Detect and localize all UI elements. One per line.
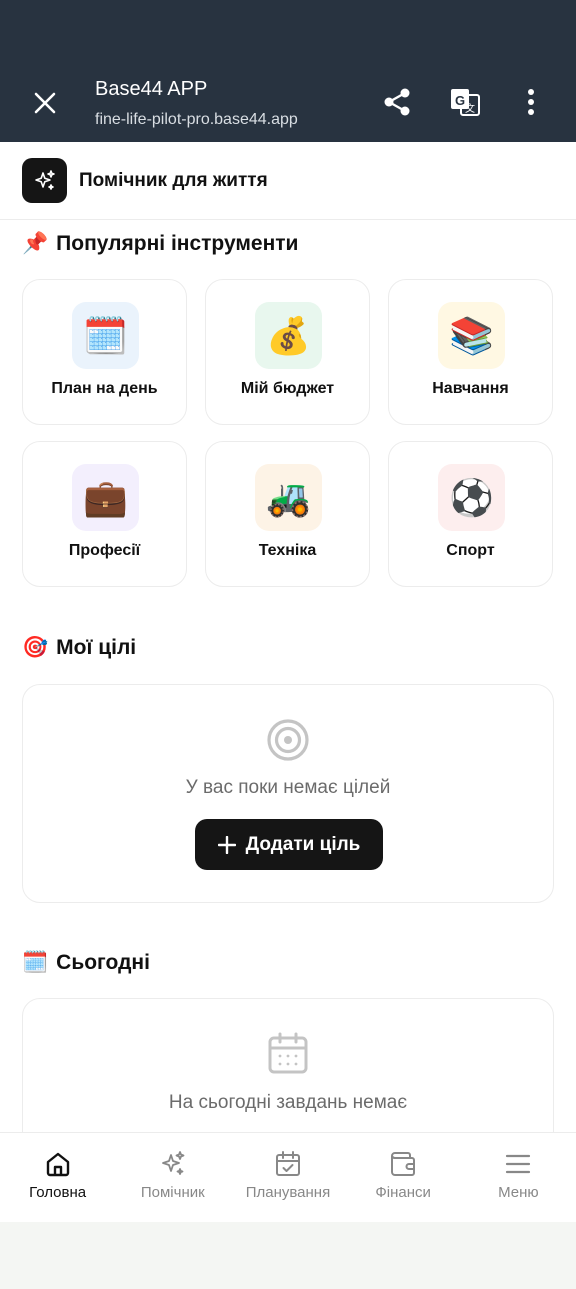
app-content: Помічник для життя 📌 Популярні інструмен… bbox=[0, 142, 576, 1132]
tool-label: Техніка bbox=[258, 542, 317, 559]
soccer-ball-icon: ⚽ bbox=[438, 464, 505, 531]
tool-label: Професії bbox=[68, 542, 141, 559]
tool-card-machinery[interactable]: 🚜 Техніка bbox=[205, 441, 370, 587]
tools-section-title: 📌 Популярні інструменти bbox=[22, 232, 298, 256]
home-icon bbox=[46, 1152, 69, 1177]
bottom-nav: Головна Помічник Планування Фінанси Меню bbox=[0, 1132, 576, 1222]
translate-icon: G 文 bbox=[451, 89, 480, 116]
app-logo[interactable] bbox=[22, 158, 67, 203]
target-emoji-icon: 🎯 bbox=[22, 636, 49, 659]
svg-text:文: 文 bbox=[465, 102, 475, 115]
browser-title: Base44 APP bbox=[95, 78, 208, 100]
plus-icon bbox=[217, 835, 236, 854]
app-header: Помічник для життя bbox=[0, 142, 576, 220]
nav-label: Планування bbox=[245, 1184, 331, 1201]
tools-title-text: Популярні інструменти bbox=[56, 232, 299, 255]
nav-item-menu[interactable]: Меню bbox=[461, 1133, 576, 1223]
tool-label: План на день bbox=[51, 380, 158, 397]
app-name: Помічник для життя bbox=[79, 170, 268, 191]
nav-label: Меню bbox=[498, 1184, 539, 1201]
tool-card-professions[interactable]: 💼 Професії bbox=[22, 441, 187, 587]
menu-icon bbox=[506, 1154, 531, 1174]
sparkles-icon bbox=[34, 169, 55, 190]
nav-item-home[interactable]: Головна bbox=[0, 1133, 115, 1223]
goals-title-text: Мої цілі bbox=[56, 636, 137, 659]
goals-panel: У вас поки немає цілей Додати ціль bbox=[22, 684, 554, 903]
tool-card-learning[interactable]: 📚 Навчання bbox=[388, 279, 553, 425]
more-vert-icon bbox=[528, 89, 534, 115]
browser-toolbar: Base44 APP fine-life-pilot-pro.base44.ap… bbox=[0, 0, 576, 142]
goals-section-title: 🎯 Мої цілі bbox=[22, 636, 136, 660]
tool-card-sport[interactable]: ⚽ Спорт bbox=[388, 441, 553, 587]
nav-item-assistant[interactable]: Помічник bbox=[115, 1133, 230, 1223]
today-empty-text: На сьогодні завдань немає bbox=[168, 1092, 408, 1113]
pushpin-icon: 📌 bbox=[22, 232, 49, 255]
calendar-emoji-icon: 🗓️ bbox=[22, 951, 49, 974]
today-panel: На сьогодні завдань немає bbox=[22, 998, 554, 1132]
tool-card-day-plan[interactable]: 🗓️ План на день bbox=[22, 279, 187, 425]
add-goal-button[interactable]: Додати ціль bbox=[195, 819, 383, 870]
books-icon: 📚 bbox=[438, 302, 505, 369]
nav-label: Помічник bbox=[140, 1184, 205, 1201]
tool-label: Мій бюджет bbox=[240, 380, 335, 397]
share-button[interactable] bbox=[379, 84, 415, 120]
browser-url[interactable]: fine-life-pilot-pro.base44.app bbox=[95, 111, 298, 129]
sparkles-icon bbox=[161, 1151, 185, 1175]
calendar-outline-icon bbox=[268, 1032, 308, 1074]
calendar-icon: 🗓️ bbox=[72, 302, 139, 369]
translate-button[interactable]: G 文 bbox=[447, 84, 483, 120]
tool-label: Спорт bbox=[446, 542, 495, 559]
nav-item-finance[interactable]: Фінанси bbox=[346, 1133, 461, 1223]
nav-label: Головна bbox=[29, 1184, 87, 1201]
tractor-icon: 🚜 bbox=[255, 464, 322, 531]
tool-card-budget[interactable]: 💰 Мій бюджет bbox=[205, 279, 370, 425]
svg-text:G: G bbox=[455, 93, 465, 108]
money-bag-icon: 💰 bbox=[255, 302, 322, 369]
calendar-check-icon bbox=[275, 1151, 300, 1176]
goals-empty-text: У вас поки немає цілей bbox=[185, 777, 391, 798]
add-goal-label: Додати ціль bbox=[245, 833, 361, 855]
more-options-button[interactable] bbox=[513, 84, 549, 120]
nav-item-planning[interactable]: Планування bbox=[230, 1133, 345, 1223]
close-icon bbox=[34, 92, 56, 114]
today-title-text: Сьогодні bbox=[56, 951, 150, 974]
briefcase-icon: 💼 bbox=[72, 464, 139, 531]
wallet-icon bbox=[391, 1152, 416, 1176]
close-button[interactable] bbox=[26, 84, 64, 122]
tool-label: Навчання bbox=[432, 380, 509, 397]
nav-label: Фінанси bbox=[375, 1184, 431, 1201]
target-icon bbox=[267, 719, 309, 761]
share-icon bbox=[384, 88, 410, 116]
today-section-title: 🗓️ Сьогодні bbox=[22, 951, 150, 975]
